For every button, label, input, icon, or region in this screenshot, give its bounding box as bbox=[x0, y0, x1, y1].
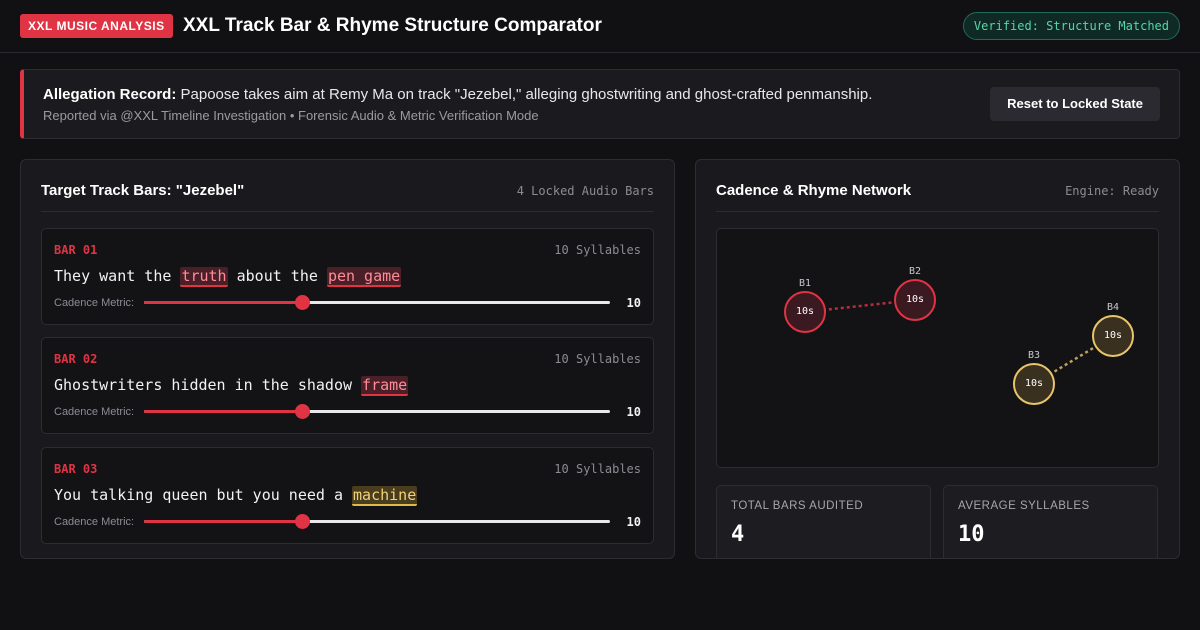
cadence-value: 10 bbox=[626, 296, 641, 310]
slider-thumb[interactable] bbox=[295, 404, 311, 419]
rhyme-highlight[interactable]: pen game bbox=[326, 267, 402, 287]
bar-label: BAR 03 bbox=[54, 462, 98, 476]
lyric-text: They want the bbox=[54, 267, 181, 285]
allegation-text: Allegation Record: Papoose takes aim at … bbox=[43, 86, 872, 103]
divider bbox=[41, 211, 654, 212]
reset-button[interactable]: Reset to Locked State bbox=[990, 87, 1160, 121]
cadence-slider[interactable] bbox=[144, 295, 610, 310]
engine-status: Engine: Ready bbox=[1065, 184, 1159, 198]
cadence-label: Cadence Metric: bbox=[54, 297, 135, 309]
stat-value: 4 bbox=[731, 522, 745, 547]
slider-thumb[interactable] bbox=[295, 295, 311, 310]
bar-card: BAR 03 10 Syllables You talking queen but … bbox=[41, 447, 654, 544]
slider-thumb[interactable] bbox=[295, 514, 311, 529]
slider-fill bbox=[144, 520, 303, 523]
bar-card: BAR 02 10 Syllables Ghostwriters hidden in… bbox=[41, 337, 654, 434]
lyric-text: about the bbox=[227, 267, 327, 285]
divider bbox=[716, 211, 1159, 212]
bar-label: BAR 01 bbox=[54, 243, 98, 257]
bar-label: BAR 02 bbox=[54, 352, 98, 366]
slider-fill bbox=[144, 301, 303, 304]
bar-node[interactable]: 10s bbox=[1092, 315, 1134, 357]
node-label: B1 bbox=[798, 278, 812, 289]
bar-lyric: They want the truth about the pen game bbox=[54, 267, 402, 287]
rhyme-network-graph[interactable]: B1 10s B2 10s B3 10s B4 10s bbox=[716, 228, 1159, 468]
app-header: XXL MUSIC ANALYSIS XXL Track Bar & Rhyme… bbox=[0, 0, 1200, 53]
stat-label: TOTAL BARS AUDITED bbox=[731, 500, 864, 512]
bar-node[interactable]: 10s bbox=[1013, 363, 1055, 405]
rhyme-highlight[interactable]: machine bbox=[352, 486, 418, 506]
rhyme-network-panel: Cadence & Rhyme Network Engine: Ready B1… bbox=[695, 159, 1180, 559]
rhyme-highlight[interactable]: frame bbox=[361, 376, 409, 396]
allegation-banner: Allegation Record: Papoose takes aim at … bbox=[20, 69, 1180, 139]
status-badge: Verified: Structure Matched bbox=[962, 12, 1180, 40]
bar-lyric: Ghostwriters hidden in the shadow frame bbox=[54, 376, 409, 396]
panel-title: Cadence & Rhyme Network bbox=[716, 182, 912, 199]
panel-title: Target Track Bars: "Jezebel" bbox=[41, 182, 245, 199]
cadence-slider[interactable] bbox=[144, 404, 610, 419]
rhyme-highlight[interactable]: truth bbox=[180, 267, 228, 287]
bar-node[interactable]: 10s bbox=[894, 279, 936, 321]
node-label: B4 bbox=[1106, 302, 1120, 313]
allegation-label: Allegation Record: bbox=[43, 86, 177, 103]
bar-node[interactable]: 10s bbox=[784, 291, 826, 333]
page-title: XXL Track Bar & Rhyme Structure Comparat… bbox=[183, 15, 602, 36]
allegation-body: Papoose takes aim at Remy Ma on track "J… bbox=[176, 86, 873, 103]
node-label: B3 bbox=[1027, 350, 1041, 361]
stat-card-total-bars: TOTAL BARS AUDITED 4 bbox=[716, 485, 931, 558]
cadence-value: 10 bbox=[626, 515, 641, 529]
network-links bbox=[804, 298, 1114, 386]
cadence-label: Cadence Metric: bbox=[54, 406, 135, 418]
target-bars-panel: Target Track Bars: "Jezebel" 4 Locked Au… bbox=[20, 159, 675, 559]
stat-card-average-syllables: AVERAGE SYLLABLES 10 bbox=[943, 485, 1158, 558]
locked-bars-count: 4 Locked Audio Bars bbox=[516, 184, 654, 198]
node-label: B2 bbox=[908, 266, 922, 277]
slider-fill bbox=[144, 410, 303, 413]
bar-card: BAR 01 10 Syllables They want the truth ab… bbox=[41, 228, 654, 325]
syllable-count: 10 Syllables bbox=[554, 462, 641, 476]
allegation-source: Reported via @XXL Timeline Investigation… bbox=[43, 108, 539, 123]
lyric-text: You talking queen but you need a bbox=[54, 486, 353, 504]
syllable-count: 10 Syllables bbox=[554, 352, 641, 366]
stat-label: AVERAGE SYLLABLES bbox=[958, 500, 1090, 512]
lyric-text: Ghostwriters hidden in the shadow bbox=[54, 376, 362, 394]
cadence-slider[interactable] bbox=[144, 514, 610, 529]
bar-lyric: You talking queen but you need a machine bbox=[54, 486, 418, 506]
syllable-count: 10 Syllables bbox=[554, 243, 641, 257]
brand-badge: XXL MUSIC ANALYSIS bbox=[20, 14, 173, 38]
cadence-label: Cadence Metric: bbox=[54, 516, 135, 528]
stat-value: 10 bbox=[958, 522, 985, 547]
cadence-value: 10 bbox=[626, 405, 641, 419]
